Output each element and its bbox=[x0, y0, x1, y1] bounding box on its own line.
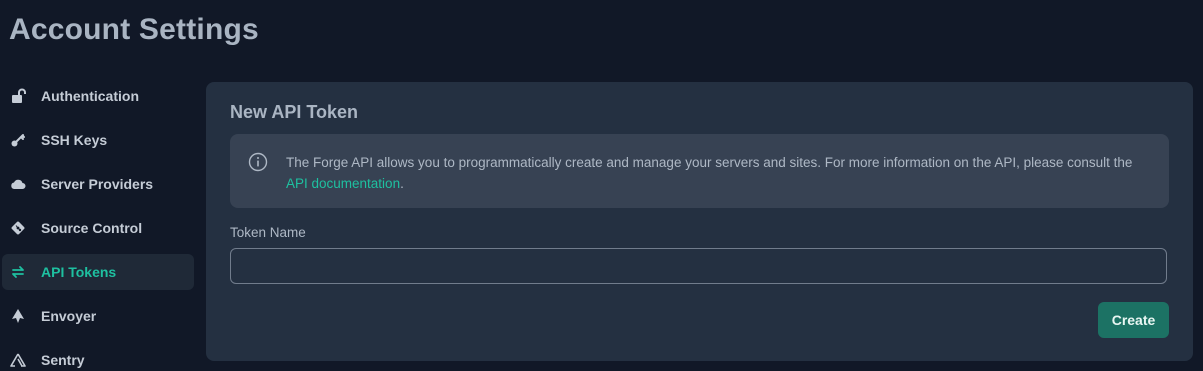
sidebar-item-label: SSH Keys bbox=[41, 132, 108, 148]
info-alert: The Forge API allows you to programmatic… bbox=[230, 134, 1169, 208]
panel-title: New API Token bbox=[230, 102, 359, 122]
sidebar-item-source-control[interactable]: Source Control bbox=[2, 210, 194, 246]
unlock-icon bbox=[10, 88, 26, 104]
sidebar-item-authentication[interactable]: Authentication bbox=[2, 78, 194, 114]
settings-sidebar: Authentication SSH Keys Server Providers bbox=[0, 78, 196, 371]
git-icon bbox=[10, 220, 26, 236]
create-button[interactable]: Create bbox=[1098, 302, 1169, 338]
sidebar-item-label: Server Providers bbox=[41, 176, 154, 192]
sidebar-item-server-providers[interactable]: Server Providers bbox=[2, 166, 194, 202]
sidebar-item-label: Sentry bbox=[41, 352, 85, 368]
info-circle-icon bbox=[248, 152, 268, 172]
info-text-before: The Forge API allows you to programmatic… bbox=[286, 155, 1133, 170]
cloud-icon bbox=[10, 176, 26, 192]
sentry-icon bbox=[10, 352, 26, 368]
sidebar-item-label: Authentication bbox=[41, 88, 139, 104]
sidebar-item-api-tokens[interactable]: API Tokens bbox=[2, 254, 194, 290]
arrows-exchange-icon bbox=[10, 264, 26, 280]
sidebar-item-sentry[interactable]: Sentry bbox=[2, 342, 194, 371]
sidebar-item-label: API Tokens bbox=[41, 264, 117, 280]
key-icon bbox=[10, 132, 26, 148]
info-text: The Forge API allows you to programmatic… bbox=[286, 152, 1156, 194]
page-title: Account Settings bbox=[9, 13, 259, 46]
envoyer-icon bbox=[10, 308, 26, 324]
token-name-input[interactable] bbox=[230, 248, 1167, 284]
sidebar-item-label: Envoyer bbox=[41, 308, 97, 324]
new-api-token-panel: New API Token The Forge API allows you t… bbox=[206, 82, 1193, 361]
sidebar-item-ssh-keys[interactable]: SSH Keys bbox=[2, 122, 194, 158]
token-name-label: Token Name bbox=[230, 225, 306, 240]
sidebar-item-envoyer[interactable]: Envoyer bbox=[2, 298, 194, 334]
sidebar-item-label: Source Control bbox=[41, 220, 143, 236]
account-settings-page: Account Settings Authentication SSH Keys bbox=[0, 0, 1203, 371]
info-text-after: . bbox=[400, 176, 404, 191]
api-documentation-link[interactable]: API documentation bbox=[286, 176, 400, 191]
